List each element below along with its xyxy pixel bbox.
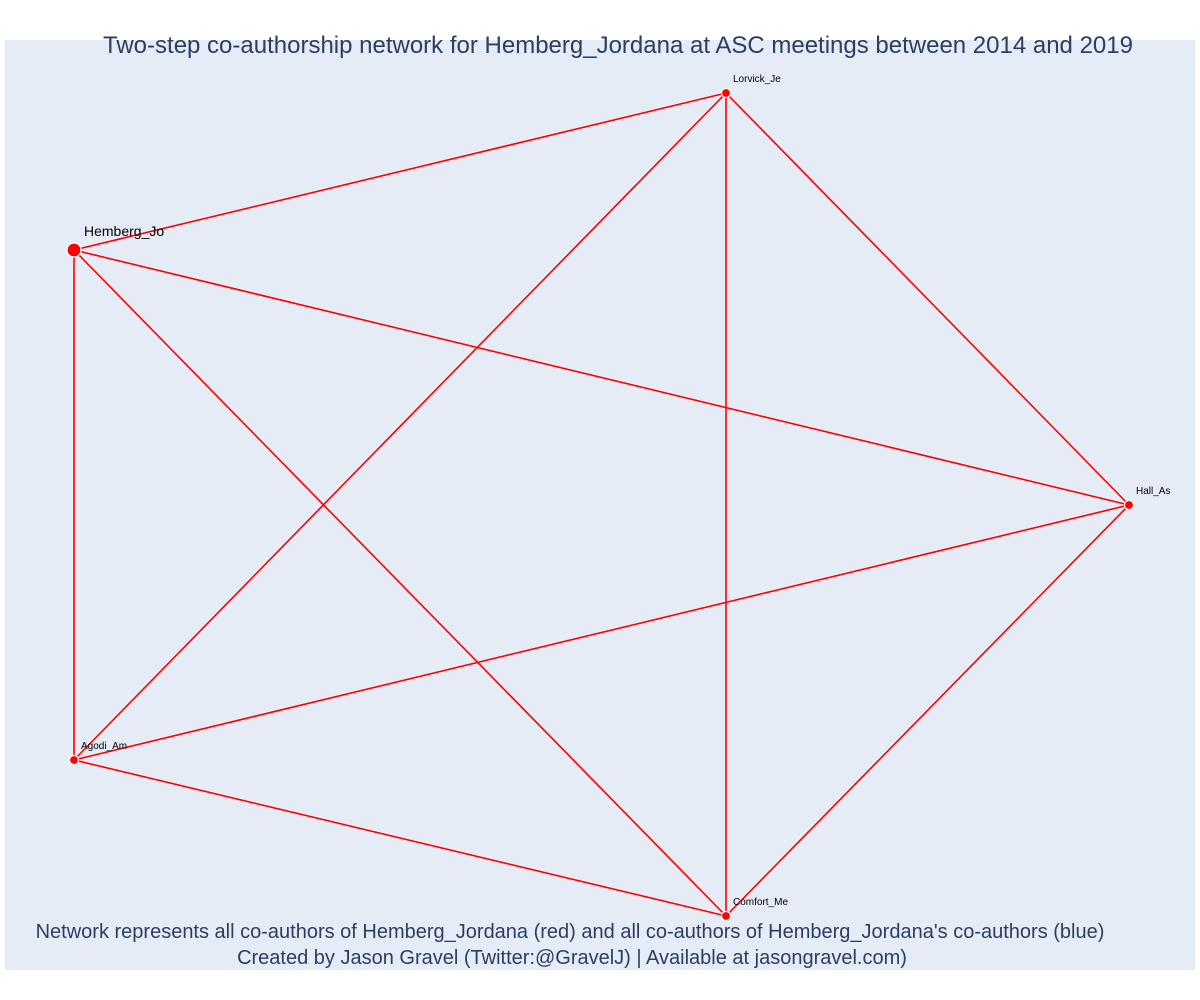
plot-background xyxy=(5,40,1195,970)
node-label-agodi: Agodi_Am xyxy=(81,741,127,752)
chart-title: Two-step co-authorship network for Hembe… xyxy=(103,32,1133,59)
node-label-hall: Hall_As xyxy=(1136,486,1170,497)
node-label-comfort: Comfort_Me xyxy=(733,897,788,908)
caption-line-1: Network represents all co-authors of Hem… xyxy=(36,921,1105,943)
node-hemberg[interactable] xyxy=(66,242,82,258)
node-label-hemberg: Hemberg_Jo xyxy=(84,223,164,239)
node-hall[interactable] xyxy=(1123,499,1135,511)
node-agodi[interactable] xyxy=(68,754,80,766)
node-comfort[interactable] xyxy=(720,910,732,922)
network-figure: Hemberg_Jo Lorvick_Je Hall_As Comfort_Me Ago… xyxy=(0,0,1200,1000)
network-plot: Hemberg_Jo Lorvick_Je Hall_As Comfort_Me Ago… xyxy=(5,32,1195,970)
node-lorvick[interactable] xyxy=(720,87,732,99)
caption-line-2: Created by Jason Gravel (Twitter:@Gravel… xyxy=(237,947,907,969)
node-label-lorvick: Lorvick_Je xyxy=(733,74,781,85)
